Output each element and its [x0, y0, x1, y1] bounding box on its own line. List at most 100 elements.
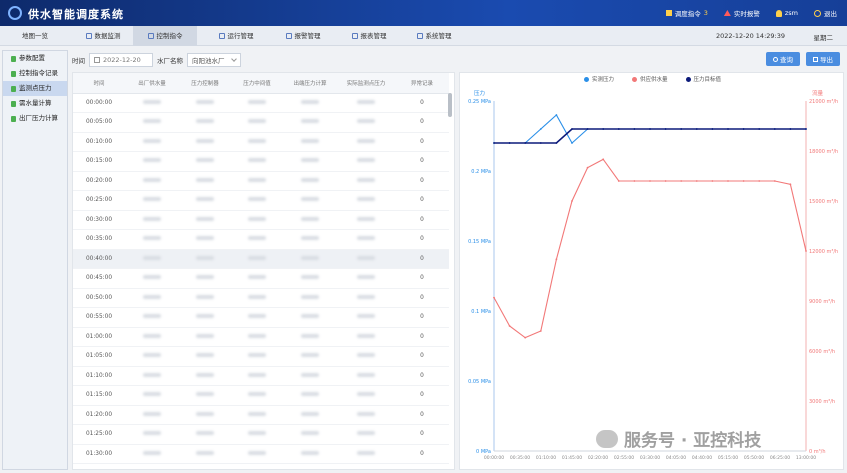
column-header: 实际监测点压力 [337, 73, 395, 94]
redacted-value [357, 255, 375, 260]
current-weekday: 星期二 [813, 34, 834, 42]
date-picker[interactable]: 2022-12-20 [89, 53, 153, 67]
sidebar-item-label: 需水量计算 [19, 99, 52, 107]
cell-redacted [337, 229, 395, 250]
data-point [524, 142, 527, 144]
cell-redacted [337, 151, 395, 172]
x-tick-label: 06:25:00 [770, 455, 790, 461]
plant-select[interactable]: 向阳池水厂 [187, 53, 241, 67]
table-row[interactable]: 01:20:00 0 [73, 405, 449, 425]
redacted-value [248, 333, 266, 338]
table-row[interactable]: 00:30:00 0 [73, 210, 449, 230]
table-row[interactable]: 00:20:00 0 [73, 171, 449, 191]
sidebar-item-monitor-pressure[interactable]: 监测点压力 [3, 81, 67, 96]
search-button[interactable]: 查询 [766, 52, 800, 66]
table-row[interactable]: 00:15:00 0 [73, 151, 449, 172]
data-point [508, 142, 511, 144]
table-row[interactable]: 00:55:00 0 [73, 307, 449, 328]
y-left-tick-label: 0.05 MPa [468, 379, 491, 385]
tab-map-overview[interactable]: 地图一览 [10, 26, 60, 46]
cell-redacted [125, 405, 179, 425]
redacted-value [196, 158, 214, 163]
table-row[interactable]: 00:40:00 0 [73, 249, 449, 269]
sidebar-item-param-config[interactable]: 参数配置 [3, 51, 67, 66]
top-bar: 供水智能调度系统 调度指令 3 实时报警 zsm 退出 [0, 0, 847, 26]
cell-redacted [231, 366, 283, 386]
table-row[interactable]: 01:30:00 0 [73, 444, 449, 464]
legend-item-actual-pressure[interactable]: 实测压力 [583, 75, 614, 83]
tab-alarm[interactable]: 报警管理 [272, 26, 334, 46]
cell-anomaly-count: 0 [395, 229, 449, 250]
data-point [664, 128, 667, 130]
sidebar-item-outlet-pressure-calc[interactable]: 出厂压力计算 [3, 111, 67, 126]
tab-system[interactable]: 系统管理 [403, 26, 465, 46]
tab-control-command[interactable]: 控制指令 [133, 26, 197, 46]
sidebar-item-demand-calc[interactable]: 需水量计算 [3, 96, 67, 111]
redacted-value [196, 353, 214, 358]
cell-redacted [283, 132, 337, 152]
dispatch-command-link[interactable]: 调度指令 3 [665, 8, 708, 18]
table-scrollbar[interactable] [448, 93, 452, 117]
table-row[interactable]: 00:50:00 0 [73, 288, 449, 308]
table-row[interactable]: 00:25:00 0 [73, 190, 449, 211]
app-logo-icon [8, 6, 22, 20]
cell-redacted [337, 424, 395, 445]
y-right-tick-label: 6000 m³/h [809, 349, 835, 355]
table-row[interactable]: 00:35:00 0 [73, 229, 449, 250]
table-row[interactable]: 00:05:00 0 [73, 112, 449, 133]
table-row[interactable]: 01:25:00 0 [73, 424, 449, 445]
cell-anomaly-count: 0 [395, 190, 449, 211]
data-point [664, 180, 667, 182]
chart-panel: 实测压力 供应供水量 压力目标值 压力 流量 0 MPa 0.05 MPa 0.1 MP… [459, 72, 844, 470]
realtime-alarm-link[interactable]: 实时报警 [723, 8, 760, 18]
cell-anomaly-count: 0 [395, 132, 449, 152]
tab-operation[interactable]: 运行管理 [205, 26, 267, 46]
legend-item-recommended[interactable]: 压力目标值 [685, 75, 721, 83]
tab-data-monitor[interactable]: 数据监测 [72, 26, 134, 46]
redacted-value [248, 431, 266, 436]
cell-redacted [179, 327, 231, 347]
cell-time: 01:00:00 [73, 327, 125, 347]
cell-redacted [283, 171, 337, 191]
redacted-value [196, 372, 214, 377]
table-row[interactable]: 01:05:00 0 [73, 346, 449, 367]
data-point [508, 325, 511, 327]
cell-redacted [179, 405, 231, 425]
doc-icon [11, 55, 16, 62]
redacted-value [196, 197, 214, 202]
data-table-panel: 时间 出厂供水量 压力控制器 压力中间值 出端压力计算 实际监测点压力 异常记录 00:00… [72, 72, 455, 470]
cell-redacted [179, 171, 231, 191]
export-button[interactable]: 导出 [806, 52, 840, 66]
username: zsm [784, 9, 798, 17]
cell-time: 00:10:00 [73, 132, 125, 152]
cell-redacted [283, 210, 337, 230]
table-row[interactable]: 00:00:00 0 [73, 93, 449, 113]
table-row[interactable]: 01:10:00 0 [73, 366, 449, 386]
cell-redacted [179, 444, 231, 464]
logout-button[interactable]: 退出 [814, 8, 837, 18]
data-point [773, 128, 776, 130]
y-left-tick-label: 0.15 MPa [468, 239, 491, 245]
table-row[interactable]: 01:00:00 0 [73, 327, 449, 347]
redacted-value [301, 177, 319, 182]
table-row[interactable]: 00:45:00 0 [73, 268, 449, 289]
data-point [773, 180, 776, 182]
table-row[interactable]: 00:10:00 0 [73, 132, 449, 152]
table-row[interactable]: 01:15:00 0 [73, 385, 449, 406]
flag-icon [665, 10, 672, 16]
y-right-tick-label: 0 m³/h [809, 449, 826, 455]
sidebar-item-command-records[interactable]: 控制指令记录 [3, 66, 67, 81]
redacted-value [196, 431, 214, 436]
cell-redacted [125, 346, 179, 367]
redacted-value [357, 294, 375, 299]
redacted-value [301, 353, 319, 358]
y-axis-right-title: 流量 [812, 89, 824, 97]
logout-label: 退出 [824, 10, 837, 18]
user-menu[interactable]: zsm [775, 8, 798, 18]
user-icon [775, 9, 782, 17]
legend-item-supply[interactable]: 供应供水量 [631, 75, 668, 83]
cell-redacted [337, 171, 395, 191]
redacted-value [196, 411, 214, 416]
warning-icon [723, 10, 731, 16]
tab-report[interactable]: 报表管理 [338, 26, 400, 46]
